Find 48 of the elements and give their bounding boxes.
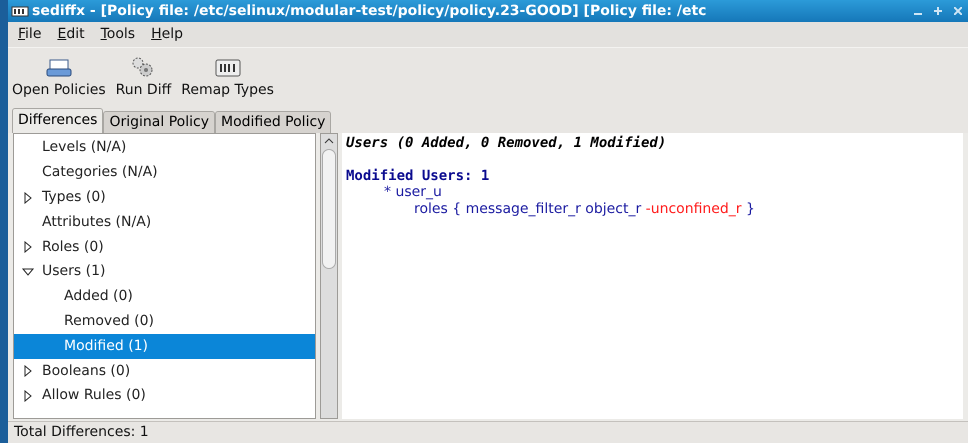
tree-row[interactable]: Modified (1) [14, 334, 315, 359]
tree-row[interactable]: Added (0) [14, 284, 315, 310]
tree-item-label: Roles (0) [42, 238, 104, 257]
menu-item[interactable]: Edit [50, 24, 92, 45]
window-title: sediffx - [Policy file: /etc/selinux/modular-test/policy/policy.23-GOOD] [Policy file: /etc [32, 2, 708, 20]
diff-roles-line: roles { message_filter_r object_r -unconfined_r } [413, 200, 756, 218]
tab[interactable]: Differences [12, 108, 104, 133]
diff-summary: Users (0 Added, 0 Removed, 1 Modified) [346, 134, 668, 152]
expand-arrow-icon[interactable] [23, 365, 33, 378]
collapse-arrow-icon[interactable] [22, 266, 34, 277]
tree-row[interactable]: Roles (0) [14, 234, 315, 260]
tree-row[interactable]: Users (1) [14, 260, 315, 284]
status-text: Total Differences: 1 [14, 422, 149, 442]
tree-item-label: Users (1) [42, 262, 106, 282]
tree-item-label: Types (0) [42, 188, 106, 208]
tree-item-label: Attributes (N/A) [42, 212, 152, 232]
menu-item[interactable]: Help [144, 24, 190, 45]
diff-heading: Modified Users: 1 [346, 168, 490, 184]
tab[interactable]: Original Policy [103, 110, 215, 133]
tree-item-label: Booleans (0) [42, 362, 130, 381]
menu-item[interactable]: File [11, 24, 48, 45]
expand-arrow-icon[interactable] [23, 390, 33, 402]
scroll-up-icon[interactable] [324, 136, 334, 146]
tree-row[interactable]: Removed (0) [14, 309, 315, 334]
remap-icon [214, 58, 241, 78]
tree-row[interactable]: Booleans (0) [14, 358, 315, 384]
diff-item: * user_u [383, 184, 443, 201]
tree-item-label: Modified (1) [64, 336, 148, 356]
scrollbar[interactable] [320, 132, 338, 419]
tree-row[interactable]: Categories (N/A) [14, 160, 315, 186]
printer-icon [46, 58, 72, 78]
tree-row[interactable]: Types (0) [14, 185, 315, 210]
toolbar-button[interactable]: Open Policies [12, 58, 106, 101]
toolbar-button[interactable]: Remap Types [181, 58, 274, 101]
app-icon [11, 5, 29, 17]
expand-arrow-icon[interactable] [23, 192, 33, 204]
tree-item-label: Added (0) [64, 287, 133, 306]
tree-item-label: Categories (N/A) [42, 163, 158, 182]
tree-item-label: Removed (0) [64, 312, 154, 332]
tree-row[interactable]: Attributes (N/A) [14, 210, 315, 235]
toolbar-button[interactable]: Run Diff [116, 56, 172, 101]
tree-item-label: Levels (N/A) [42, 138, 126, 158]
tree-item-label: Allow Rules (0) [42, 386, 146, 406]
tree-row[interactable]: Allow Rules (0) [14, 384, 315, 408]
menu-item[interactable]: Tools [94, 24, 142, 45]
expand-arrow-icon[interactable] [23, 241, 33, 254]
tab[interactable]: Modified Policy [214, 110, 332, 133]
tree-row[interactable]: Levels (N/A) [14, 136, 315, 160]
